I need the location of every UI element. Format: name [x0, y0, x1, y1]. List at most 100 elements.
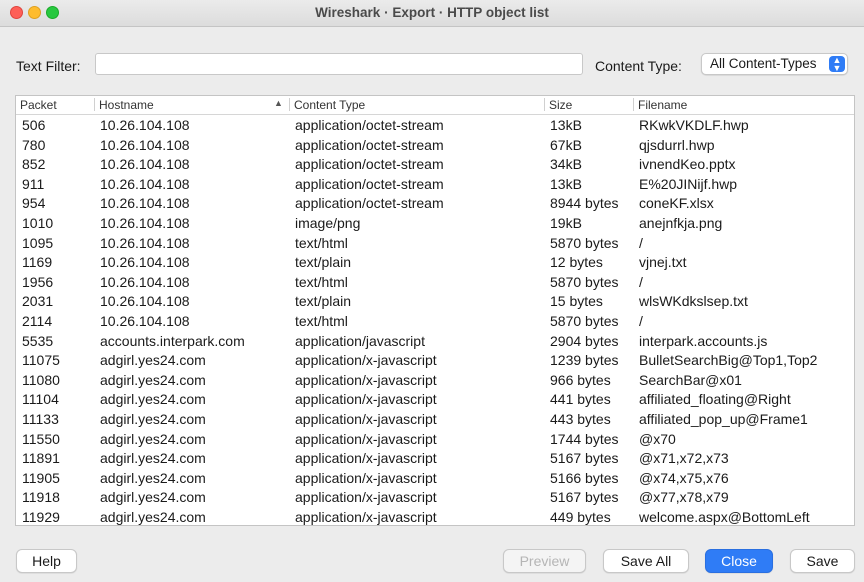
hostname-cell: 10.26.104.108 — [100, 175, 190, 192]
table-row[interactable]: 11918 adgirl.yes24.com application/x-javas… — [16, 487, 854, 507]
table-row[interactable]: 11133 adgirl.yes24.com application/x-javas… — [16, 409, 854, 429]
column-header-packet[interactable]: Packet — [20, 98, 57, 112]
content-type-cell: application/x-javascript — [295, 469, 437, 486]
size-cell: 5167 bytes — [550, 489, 619, 506]
filename-cell: / — [639, 234, 643, 251]
filename-cell: coneKF.xlsx — [639, 195, 714, 212]
table-row[interactable]: 1956 10.26.104.108 text/html 5870 bytes / — [16, 272, 854, 292]
hostname-cell: 10.26.104.108 — [100, 312, 190, 329]
hostname-cell: 10.26.104.108 — [100, 273, 190, 290]
table-row[interactable]: 1169 10.26.104.108 text/plain 12 bytes vjnej… — [16, 252, 854, 272]
column-header-content-type[interactable]: Content Type — [289, 98, 365, 112]
table-row[interactable]: 506 10.26.104.108 application/octet-stream… — [16, 115, 854, 135]
table-row[interactable]: 11929 adgirl.yes24.com application/x-javas… — [16, 507, 854, 525]
packet-cell: 506 — [22, 117, 46, 133]
hostname-cell: adgirl.yes24.com — [100, 430, 206, 447]
table-row[interactable]: 11075 adgirl.yes24.com application/x-javas… — [16, 350, 854, 370]
size-cell: 5870 bytes — [550, 273, 619, 290]
table-row[interactable]: 954 10.26.104.108 application/octet-stream… — [16, 193, 854, 213]
content-type-cell: application/octet-stream — [295, 117, 444, 133]
size-cell: 12 bytes — [550, 254, 603, 271]
table-row[interactable]: 2031 10.26.104.108 text/plain 15 bytes wlsWK… — [16, 291, 854, 311]
packet-cell: 1010 — [22, 214, 54, 231]
filename-cell: E%20JINijf.hwp — [639, 175, 738, 192]
packet-cell: 1095 — [22, 234, 54, 251]
http-object-table[interactable]: Packet Hostname ▲ Content Type Size File… — [15, 95, 855, 526]
hostname-cell: 10.26.104.108 — [100, 214, 190, 231]
table-row[interactable]: 11104 adgirl.yes24.com application/x-javas… — [16, 389, 854, 409]
filename-cell: @x70 — [639, 430, 676, 447]
size-cell: 449 bytes — [550, 508, 611, 525]
help-button[interactable]: Help — [16, 549, 77, 573]
table-row[interactable]: 11905 adgirl.yes24.com application/x-javas… — [16, 468, 854, 488]
title-bar: Wireshark · Export · HTTP object list — [0, 0, 864, 27]
content-type-cell: application/octet-stream — [295, 156, 444, 173]
packet-cell: 1169 — [22, 254, 53, 271]
table-row[interactable]: 1095 10.26.104.108 text/html 5870 bytes / — [16, 233, 854, 253]
column-header-hostname[interactable]: Hostname — [94, 98, 154, 112]
size-cell: 34kB — [550, 156, 582, 173]
content-type-cell: text/plain — [295, 254, 352, 271]
content-type-cell: application/octet-stream — [295, 195, 444, 212]
chevron-updown-icon: ▲ ▼ — [829, 56, 845, 73]
sort-ascending-icon: ▲ — [274, 98, 283, 108]
packet-cell: 11104 — [22, 391, 59, 408]
hostname-cell: 10.26.104.108 — [100, 136, 190, 153]
content-type-cell: application/x-javascript — [295, 410, 437, 427]
hostname-cell: adgirl.yes24.com — [100, 371, 206, 388]
packet-cell: 11891 — [22, 450, 60, 467]
save-all-button[interactable]: Save All — [603, 549, 689, 573]
column-header-filename[interactable]: Filename — [633, 98, 687, 112]
filename-cell: / — [639, 273, 643, 290]
content-type-value: All Content-Types — [710, 56, 817, 71]
content-type-select[interactable]: All Content-Types ▲ ▼ — [701, 53, 848, 75]
hostname-cell: adgirl.yes24.com — [100, 508, 206, 525]
content-type-cell: image/png — [295, 214, 361, 231]
packet-cell: 11550 — [22, 430, 60, 447]
table-row[interactable]: 5535 accounts.interpark.com application/ja… — [16, 331, 854, 351]
content-type-cell: application/x-javascript — [295, 450, 437, 467]
close-button[interactable]: Close — [705, 549, 773, 573]
table-row[interactable]: 11550 adgirl.yes24.com application/x-javas… — [16, 429, 854, 449]
content-type-cell: application/octet-stream — [295, 175, 444, 192]
column-header-size[interactable]: Size — [544, 98, 572, 112]
hostname-cell: 10.26.104.108 — [100, 117, 190, 133]
hostname-cell: adgirl.yes24.com — [100, 469, 206, 486]
table-row[interactable]: 1010 10.26.104.108 image/png 19kB anejnfkja.… — [16, 213, 854, 233]
filename-cell: anejnfkja.png — [639, 214, 723, 231]
hostname-cell: adgirl.yes24.com — [100, 489, 206, 506]
table-row[interactable]: 852 10.26.104.108 application/octet-stream… — [16, 154, 854, 174]
table-row[interactable]: 780 10.26.104.108 application/octet-stream… — [16, 135, 854, 155]
hostname-cell: adgirl.yes24.com — [100, 352, 206, 369]
size-cell: 1744 bytes — [550, 430, 619, 447]
content-type-cell: application/x-javascript — [295, 391, 437, 408]
packet-cell: 1956 — [22, 273, 54, 290]
size-cell: 13kB — [550, 175, 582, 192]
filename-cell: welcome.aspx@BottomLeft — [639, 508, 810, 525]
hostname-cell: 10.26.104.108 — [100, 234, 190, 251]
filename-cell: @x77,x78,x79 — [639, 489, 729, 506]
filename-cell: affiliated_pop_up@Frame1 — [639, 410, 808, 427]
table-row[interactable]: 911 10.26.104.108 application/octet-stream… — [16, 174, 854, 194]
save-button[interactable]: Save — [790, 549, 855, 573]
size-cell: 441 bytes — [550, 391, 611, 408]
filename-cell: vjnej.txt — [639, 254, 687, 271]
filename-cell: wlsWKdkslsep.txt — [639, 293, 748, 310]
content-type-cell: application/x-javascript — [295, 489, 437, 506]
table-row[interactable]: 11891 adgirl.yes24.com application/x-javas… — [16, 448, 854, 468]
content-type-cell: text/html — [295, 273, 348, 290]
packet-cell: 11075 — [22, 352, 60, 369]
size-cell: 443 bytes — [550, 410, 611, 427]
text-filter-input[interactable] — [95, 53, 583, 75]
table-row[interactable]: 2114 10.26.104.108 text/html 5870 bytes / — [16, 311, 854, 331]
size-cell: 67kB — [550, 136, 582, 153]
text-filter-label: Text Filter: — [16, 58, 81, 74]
size-cell: 966 bytes — [550, 371, 611, 388]
table-row[interactable]: 11080 adgirl.yes24.com application/x-javas… — [16, 370, 854, 390]
hostname-cell: 10.26.104.108 — [100, 195, 190, 212]
filename-cell: interpark.accounts.js — [639, 332, 768, 349]
packet-cell: 2114 — [22, 312, 53, 329]
preview-button[interactable]: Preview — [503, 549, 586, 573]
packet-cell: 11133 — [22, 410, 59, 427]
content-type-cell: application/x-javascript — [295, 508, 437, 525]
